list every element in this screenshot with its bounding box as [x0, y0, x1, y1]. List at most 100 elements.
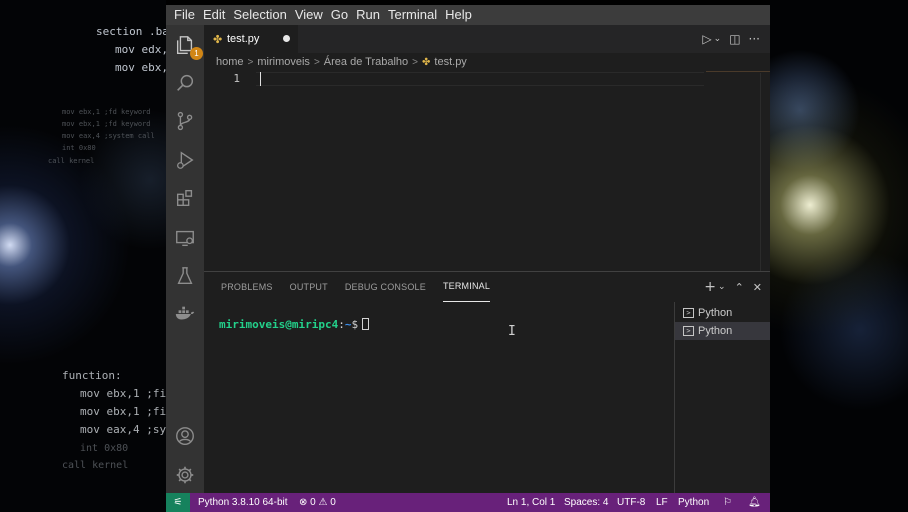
account-icon — [176, 427, 194, 445]
wallpaper-code-line: mov eax,4 ;sys — [80, 423, 173, 436]
minimap[interactable] — [706, 71, 770, 72]
python-file-icon: ✤ — [213, 32, 223, 46]
editor-tab-bar: ✤ test.py ▷ ⌄ ◫ ··· — [204, 25, 770, 53]
terminal-instance[interactable]: > Python — [675, 322, 770, 340]
editor-scrollbar[interactable] — [760, 73, 770, 271]
more-actions-icon[interactable]: ··· — [749, 32, 760, 46]
tab-output[interactable]: OUTPUT — [290, 272, 328, 302]
explorer-button[interactable]: 1 — [172, 32, 203, 60]
manage-button[interactable] — [172, 462, 198, 488]
source-control-button[interactable] — [172, 108, 198, 134]
run-python-file-icon[interactable]: ▷ — [702, 32, 711, 46]
menu-view[interactable]: View — [291, 5, 327, 25]
chevron-right-icon: > — [313, 56, 320, 68]
status-bar: ⚟ Python 3.8.10 64-bit ⊗ 0 ⚠ 0 Ln 1, Col… — [166, 493, 770, 512]
terminal-name: Python — [698, 325, 733, 337]
search-button[interactable] — [172, 70, 198, 96]
current-line-highlight — [256, 72, 704, 86]
editor-line[interactable]: 1 — [204, 72, 770, 86]
line-number: 1 — [233, 72, 240, 85]
text-caret — [260, 72, 261, 86]
language-mode[interactable]: Python — [678, 493, 709, 512]
wallpaper-code-line: call kernel — [62, 460, 129, 471]
warning-count: 0 — [330, 497, 336, 508]
prompt-user: mirimoveis@miripc4 — [219, 318, 339, 331]
wallpaper-code-line: mov ebx,1 ;file — [80, 405, 180, 418]
desktop: section .bas mov edx, mov ebx, mov ebx,1… — [0, 0, 908, 512]
chevron-down-icon[interactable]: ⌄ — [714, 34, 722, 44]
terminal-instance[interactable]: > Python — [675, 304, 770, 322]
extensions-button[interactable] — [172, 185, 198, 211]
tab-test-py[interactable]: ✤ test.py — [204, 25, 298, 53]
menu-selection[interactable]: Selection — [229, 5, 290, 25]
encoding[interactable]: UTF-8 — [617, 493, 645, 512]
panel-tab-bar: PROBLEMS OUTPUT DEBUG CONSOLE TERMINAL — [204, 272, 770, 302]
breadcrumb-item[interactable]: home — [216, 56, 244, 68]
remote-explorer-button[interactable] — [172, 225, 198, 251]
wallpaper-code-small: mov ebx,1 ;fd keyword — [62, 120, 151, 128]
python-interpreter[interactable]: Python 3.8.10 64-bit — [198, 493, 288, 512]
wallpaper-code-line: section .bas — [96, 25, 176, 38]
wallpaper-code-line: mov edx, — [115, 43, 168, 56]
breadcrumb-item[interactable]: mirimoveis — [257, 56, 310, 68]
bottom-panel: PROBLEMS OUTPUT DEBUG CONSOLE TERMINAL +… — [204, 271, 770, 494]
remote-icon: ⚟ — [173, 497, 183, 508]
testing-button[interactable] — [172, 263, 198, 289]
tab-debug-console[interactable]: DEBUG CONSOLE — [345, 272, 426, 302]
terminal-view[interactable]: mirimoveis@miripc4:~$ I — [204, 302, 674, 494]
editor-actions: ▷ ⌄ ◫ ··· — [702, 25, 760, 53]
docker-icon — [175, 306, 195, 320]
remote-indicator-button[interactable]: ⚟ — [166, 493, 190, 512]
wallpaper-code-small: call kernel — [48, 157, 95, 165]
menu-terminal[interactable]: Terminal — [384, 5, 441, 25]
new-terminal-icon[interactable]: + — [704, 279, 716, 295]
accounts-button[interactable] — [172, 423, 198, 449]
unsaved-dot-icon[interactable] — [283, 35, 290, 42]
end-of-line[interactable]: LF — [656, 493, 668, 512]
breadcrumb: home > mirimoveis > Área de Trabalho > ✤… — [216, 53, 467, 71]
prompt-symbol: $ — [351, 318, 359, 331]
run-debug-button[interactable] — [172, 147, 198, 173]
split-editor-icon[interactable]: ◫ — [729, 32, 740, 46]
menu-bar: File Edit Selection View Go Run Terminal… — [166, 5, 770, 25]
wallpaper-code-line: int 0x80 — [80, 443, 129, 454]
docker-button[interactable] — [172, 301, 198, 327]
terminal-icon: > — [683, 326, 694, 336]
maximize-panel-icon[interactable]: ⌃ — [735, 281, 744, 294]
search-icon — [177, 74, 194, 91]
panel-actions: + ⌄ ⌃ ✕ — [704, 272, 762, 302]
vscode-window: File Edit Selection View Go Run Terminal… — [166, 5, 770, 512]
wallpaper-code-small: mov ebx,1 ;fd keyword — [62, 108, 151, 116]
terminal-name: Python — [698, 307, 733, 319]
chevron-right-icon: > — [247, 56, 254, 68]
problems-indicator[interactable]: ⊗ 0 ⚠ 0 — [299, 493, 336, 512]
explorer-badge: 1 — [190, 47, 203, 60]
menu-help[interactable]: Help — [441, 5, 476, 25]
breadcrumb-item[interactable]: test.py — [434, 56, 466, 68]
notifications-bell-icon[interactable]: 🔔︎ — [748, 493, 761, 512]
feedback-icon[interactable]: ⚐ — [723, 493, 732, 512]
menu-file[interactable]: File — [170, 5, 199, 25]
error-count: 0 — [310, 497, 316, 508]
close-icon[interactable]: ✕ — [753, 281, 762, 294]
menu-run[interactable]: Run — [352, 5, 384, 25]
indentation[interactable]: Spaces: 4 — [564, 493, 608, 512]
wallpaper-code-line: mov ebx, — [115, 61, 168, 74]
wallpaper-code-line: mov ebx,1 ;file — [80, 387, 180, 400]
cursor-position[interactable]: Ln 1, Col 1 — [507, 493, 555, 512]
warning-icon: ⚠ — [318, 497, 328, 508]
wallpaper-right — [770, 0, 908, 512]
terminal-icon: > — [683, 308, 694, 318]
prompt-separator: : — [338, 318, 345, 331]
testing-icon — [177, 267, 193, 285]
wallpaper-code-small: mov eax,4 ;system call — [62, 132, 155, 140]
wallpaper-code-small: int 0x80 — [62, 144, 96, 152]
menu-edit[interactable]: Edit — [199, 5, 229, 25]
wallpaper-left: section .bas mov edx, mov ebx, mov ebx,1… — [0, 0, 179, 512]
breadcrumb-item[interactable]: Área de Trabalho — [324, 56, 408, 68]
chevron-right-icon: > — [412, 56, 419, 68]
menu-go[interactable]: Go — [327, 5, 352, 25]
chevron-down-icon[interactable]: ⌄ — [718, 282, 726, 292]
tab-problems[interactable]: PROBLEMS — [221, 272, 273, 302]
tab-terminal[interactable]: TERMINAL — [442, 272, 491, 302]
